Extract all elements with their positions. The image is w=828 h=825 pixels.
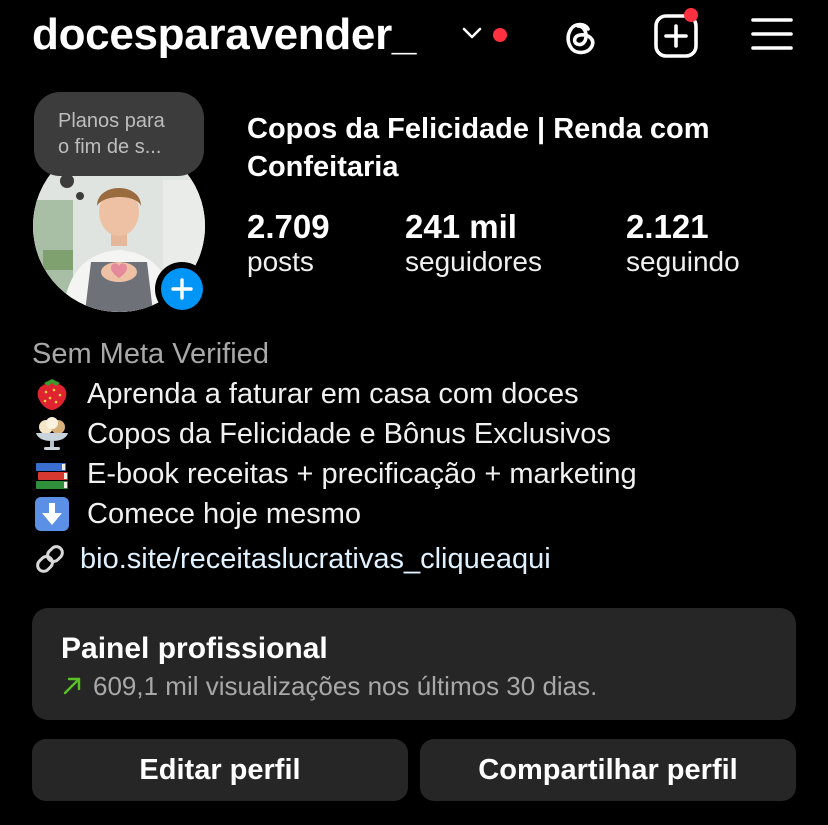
- following-stat[interactable]: 2.121 seguindo: [626, 208, 740, 278]
- dashboard-title: Painel profissional: [61, 632, 328, 665]
- down-arrow-icon: [35, 497, 69, 531]
- add-story-button[interactable]: [155, 262, 209, 316]
- posts-stat[interactable]: 2.709 posts: [247, 208, 330, 278]
- create-notification-dot: [684, 8, 698, 22]
- note-bubble-tail: [60, 174, 74, 188]
- trend-up-icon: [63, 677, 81, 695]
- note-text-line: o fim de s...: [58, 136, 162, 158]
- note-text-line: Planos para: [58, 110, 165, 132]
- dashboard-views-text: 609,1 mil visualizações nos últimos 30 d…: [93, 671, 598, 701]
- bio-line-text: Copos da Felicidade e Bônus Exclusivos: [87, 418, 611, 450]
- threads-icon[interactable]: [558, 14, 602, 58]
- professional-dashboard-card[interactable]: Painel profissional 609,1 mil visualizaç…: [32, 608, 796, 720]
- following-label: seguindo: [626, 246, 740, 277]
- username-switcher[interactable]: docesparavender_: [32, 10, 416, 60]
- bio-line: Comece hoje mesmo: [32, 494, 792, 534]
- posts-label: posts: [247, 246, 314, 277]
- following-count: 2.121: [626, 208, 709, 245]
- bio-line-text: Aprenda a faturar em casa com doces: [87, 378, 579, 410]
- profile-name: Copos da Felicidade | Renda com Confeita…: [247, 113, 710, 183]
- bio-line-text: E-book receitas + precificação + marketi…: [87, 458, 637, 490]
- hamburger-menu-icon[interactable]: [750, 16, 794, 52]
- bio-line: E-book receitas + precificação + marketi…: [32, 454, 792, 494]
- bio-link-text[interactable]: bio.site/receitaslucrativas_cliqueaqui: [80, 543, 551, 576]
- strawberry-icon: [37, 379, 67, 410]
- posts-count: 2.709: [247, 208, 330, 245]
- share-profile-button[interactable]: Compartilhar perfil: [420, 739, 796, 801]
- note-bubble-tail: [76, 192, 84, 200]
- edit-profile-button[interactable]: Editar perfil: [32, 739, 408, 801]
- chevron-down-icon[interactable]: [462, 26, 482, 40]
- note-bubble[interactable]: Planos para o fim de s...: [34, 92, 204, 176]
- bio-line: Aprenda a faturar em casa com doces: [32, 374, 792, 414]
- bio-link[interactable]: bio.site/receitaslucrativas_cliqueaqui: [32, 541, 551, 577]
- bio-section: Sem Meta Verified Aprenda a faturar em c…: [32, 334, 792, 534]
- dashboard-subtitle: 609,1 mil visualizações nos últimos 30 d…: [61, 668, 767, 704]
- followers-stat[interactable]: 241 mil seguidores: [405, 208, 542, 278]
- books-icon: [36, 463, 68, 489]
- bio-line: Copos da Felicidade e Bônus Exclusivos: [32, 414, 792, 454]
- category-label: Sem Meta Verified: [32, 338, 269, 370]
- notification-dot: [493, 28, 507, 42]
- followers-count: 241 mil: [405, 208, 517, 245]
- bio-line-text: Comece hoje mesmo: [87, 498, 361, 530]
- followers-label: seguidores: [405, 246, 542, 277]
- ice-cream-cup-icon: [36, 417, 68, 450]
- plus-icon: [171, 278, 193, 300]
- link-icon: [36, 545, 64, 573]
